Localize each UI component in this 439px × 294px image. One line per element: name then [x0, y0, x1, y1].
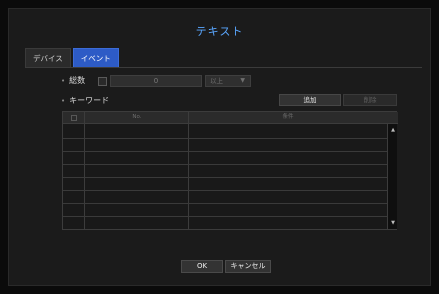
- text-dialog: テキスト デバイス イベント • 総数 0 以上 ▼ • キーワード 追加 削除 N…: [8, 8, 431, 286]
- tab-event[interactable]: イベント: [72, 48, 119, 67]
- bullet-icon: •: [61, 77, 66, 85]
- dropdown-arrow-icon: ▼: [240, 77, 245, 84]
- table-row-line: [63, 203, 387, 204]
- table-row-line: [63, 164, 387, 165]
- column-divider: [84, 112, 85, 229]
- column-header-condition: 条件: [282, 114, 294, 120]
- total-row-label: • 総数: [61, 75, 85, 86]
- table-row-line: [63, 190, 387, 191]
- total-label: 総数: [69, 76, 86, 85]
- keyword-label: キーワード: [69, 96, 110, 105]
- dialog-title: テキスト: [195, 25, 244, 38]
- total-checkbox[interactable]: [98, 77, 107, 86]
- scroll-up-arrow-icon[interactable]: ▲: [389, 126, 397, 134]
- column-header-no: No.: [132, 114, 142, 120]
- total-count-input[interactable]: 0: [110, 75, 202, 87]
- add-keyword-button[interactable]: 追加: [279, 94, 341, 106]
- table-scrollbar[interactable]: ▲ ▼: [387, 124, 397, 229]
- table-header: No. 条件: [63, 112, 398, 124]
- scroll-down-arrow-icon[interactable]: ▼: [389, 219, 397, 227]
- keyword-table: No. 条件 ▲ ▼: [62, 111, 398, 230]
- bullet-icon: •: [61, 97, 66, 105]
- total-condition-value: 以上: [210, 77, 223, 85]
- delete-keyword-button[interactable]: 削除: [343, 94, 397, 106]
- table-row-line: [63, 138, 387, 139]
- tab-device[interactable]: デバイス: [25, 48, 71, 67]
- total-condition-select[interactable]: 以上 ▼: [205, 75, 251, 87]
- select-all-checkbox[interactable]: [71, 115, 77, 121]
- cancel-button[interactable]: キャンセル: [225, 260, 271, 273]
- table-row-line: [63, 216, 387, 217]
- keyword-row-label: • キーワード: [61, 95, 109, 106]
- tab-divider: [25, 67, 422, 68]
- ok-button[interactable]: OK: [181, 260, 223, 273]
- table-row-line: [63, 151, 387, 152]
- column-divider: [188, 112, 189, 229]
- table-row-line: [63, 177, 387, 178]
- tab-bar: デバイス イベント: [25, 48, 121, 67]
